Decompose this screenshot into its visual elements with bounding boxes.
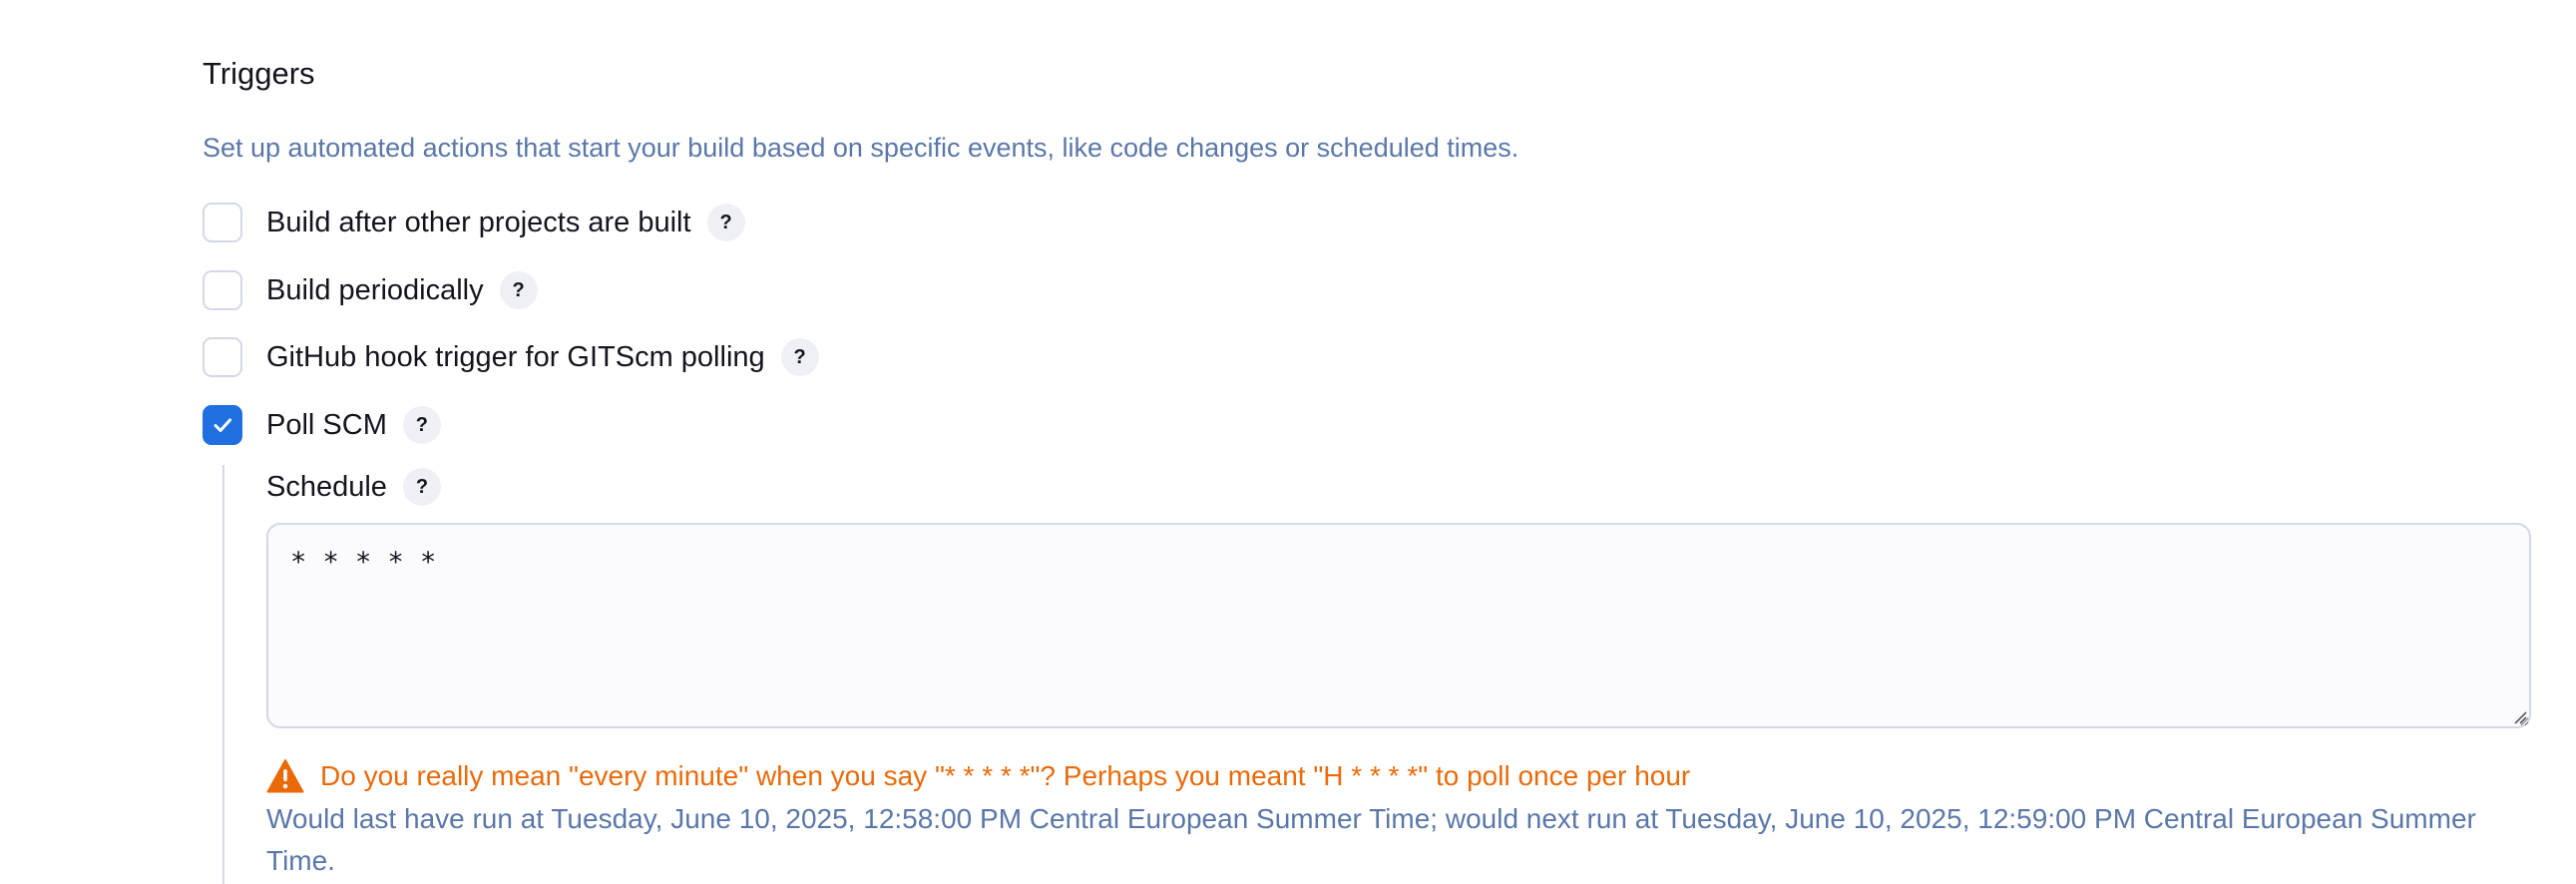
build-periodically-checkbox[interactable] [203, 270, 242, 310]
github-hook-trigger-checkbox[interactable] [203, 337, 242, 377]
build-periodically-label[interactable]: Build periodically [266, 270, 484, 310]
github-hook-trigger-label[interactable]: GitHub hook trigger for GITScm polling [266, 337, 765, 377]
trigger-option-build-periodically: Build periodically ? [203, 268, 538, 312]
warning-message: Do you really mean "every minute" when y… [320, 760, 1691, 791]
build-after-other-projects-checkbox[interactable] [203, 203, 242, 242]
help-icon[interactable]: ? [706, 204, 745, 241]
poll-scm-label[interactable]: Poll SCM [266, 405, 387, 445]
schedule-warning: Do you really mean "every minute" when y… [266, 756, 1690, 796]
schedule-textarea[interactable]: * * * * * [266, 523, 2531, 728]
section-description: Set up automated actions that start your… [203, 133, 1519, 163]
help-icon[interactable]: ? [402, 406, 441, 444]
schedule-label: Schedule [266, 471, 387, 503]
poll-scm-checkbox[interactable] [203, 405, 242, 445]
warning-triangle-icon [266, 759, 304, 793]
trigger-option-github-hook: GitHub hook trigger for GITScm polling ? [203, 335, 819, 379]
trigger-option-poll-scm: Poll SCM ? [203, 403, 441, 447]
checkmark-icon [214, 418, 231, 432]
schedule-run-info: Would last have run at Tuesday, June 10,… [266, 803, 2476, 876]
nested-section-border [222, 465, 224, 884]
help-icon[interactable]: ? [499, 271, 538, 309]
help-icon[interactable]: ? [780, 338, 819, 376]
trigger-option-build-after-other-projects: Build after other projects are built ? [203, 201, 745, 244]
schedule-label-row: Schedule ? [266, 465, 441, 509]
build-after-other-projects-label[interactable]: Build after other projects are built [266, 203, 691, 242]
help-icon[interactable]: ? [402, 468, 441, 506]
section-title: Triggers [203, 56, 315, 91]
